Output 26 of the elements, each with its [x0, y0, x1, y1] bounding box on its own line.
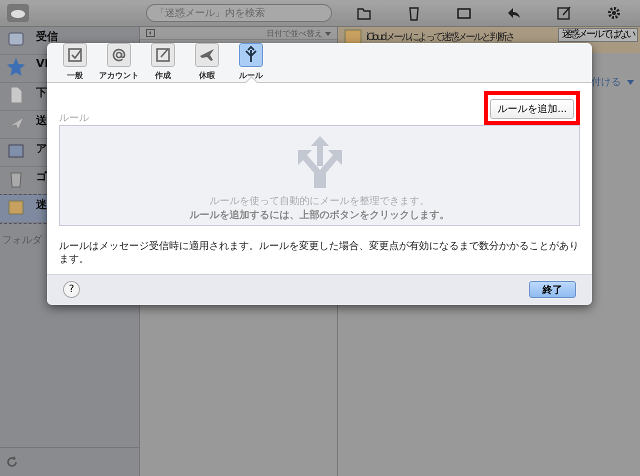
add-rule-button[interactable]: ルールを追加... [490, 98, 574, 119]
compose-icon [151, 43, 175, 68]
junk-notice: iCloudメールによって迷惑メールと判断さ [366, 30, 514, 44]
done-button[interactable]: 終了 [529, 281, 576, 298]
rules-note: ルールはメッセージ受信時に適用されます。ルールを変更した場合、変更点が有効になるまで数分かかることがあります。 [59, 240, 580, 266]
not-junk-button[interactable]: 迷惑メールではない [558, 28, 638, 42]
empty-hint: ルールを使って自動的にメールを整理できます。 [210, 194, 430, 208]
sent-icon [6, 113, 26, 133]
section-title: ルール [59, 112, 89, 125]
compose-icon[interactable] [556, 5, 572, 21]
caret-icon [627, 80, 634, 84]
empty-hint: ルールを追加するには、上部のボタンをクリックします。 [190, 208, 450, 222]
star-icon [6, 57, 26, 77]
plane-icon [195, 43, 219, 68]
settings-icon[interactable] [606, 5, 622, 21]
search-field[interactable]: 「迷惑メール」内を検索 [146, 4, 332, 22]
help-button[interactable]: ? [63, 281, 80, 298]
settings-tab[interactable]: 休暇 [185, 43, 229, 82]
junk-icon [344, 28, 362, 46]
collapse-icon[interactable] [146, 29, 155, 37]
caret-icon [325, 32, 331, 36]
section-label: フォルダ [1, 234, 44, 248]
settings-tab[interactable]: 作成 [141, 43, 185, 82]
rules-icon [239, 43, 263, 68]
at-icon [107, 43, 131, 68]
check-icon [63, 43, 87, 68]
